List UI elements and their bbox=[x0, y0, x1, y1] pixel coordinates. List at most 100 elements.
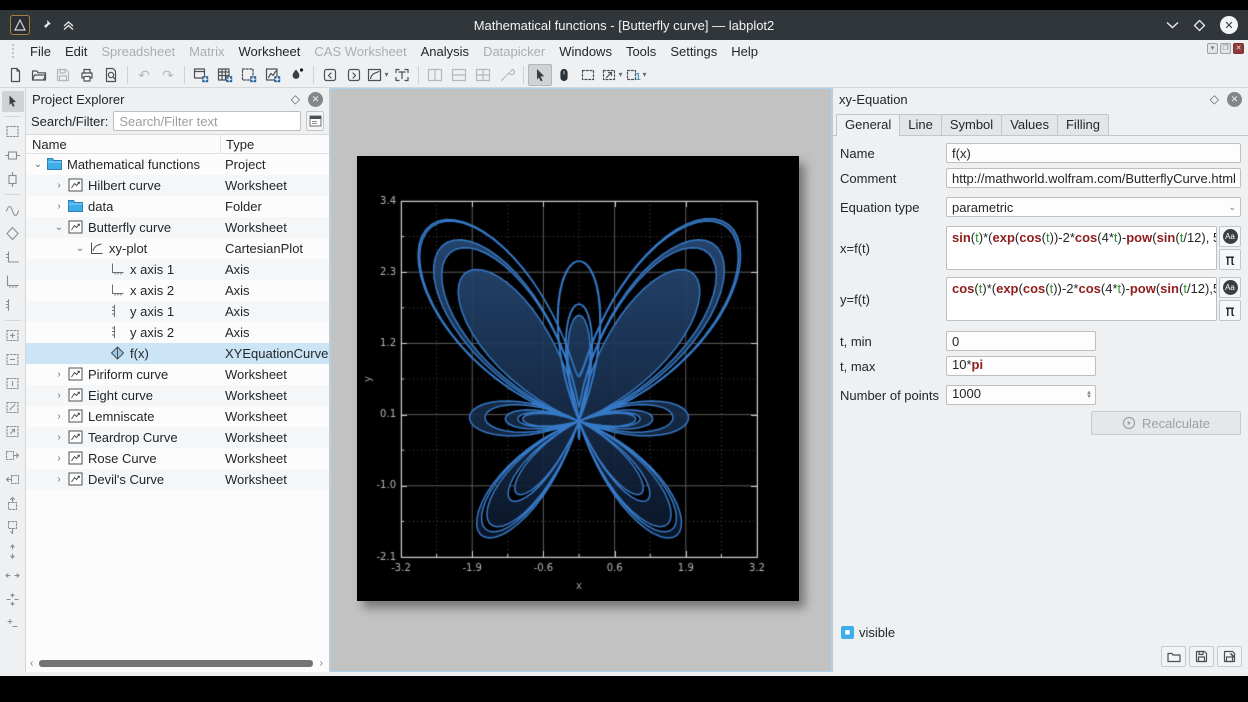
load-template-button[interactable] bbox=[1161, 646, 1186, 667]
add-axis-button[interactable] bbox=[2, 247, 24, 268]
shift-down-button[interactable] bbox=[2, 517, 24, 538]
scrollbar-thumb[interactable] bbox=[39, 660, 313, 667]
save-as-template-button[interactable] bbox=[1217, 646, 1242, 667]
mdi-restore-icon[interactable]: ❐ bbox=[1220, 43, 1231, 54]
new-plot-button[interactable]: ▾ bbox=[366, 64, 390, 86]
explorer-float-icon[interactable]: ◇ bbox=[291, 92, 300, 106]
pin-icon[interactable] bbox=[40, 19, 52, 31]
tree-row-xy-plot[interactable]: ⌄xy-plotCartesianPlot bbox=[26, 238, 329, 259]
x-equation-field[interactable]: sin(t)*(exp(cos(t))-2*cos(4*t)-pow(sin(t… bbox=[946, 226, 1217, 270]
navigate-mode-button[interactable] bbox=[552, 64, 576, 86]
search-filter-input[interactable] bbox=[113, 111, 301, 131]
properties-float-icon[interactable]: ◇ bbox=[1210, 92, 1219, 106]
explorer-close-icon[interactable]: ✕ bbox=[308, 92, 323, 107]
tab-symbol[interactable]: Symbol bbox=[941, 114, 1002, 135]
menu-settings[interactable]: Settings bbox=[663, 44, 724, 59]
new-worksheet-button[interactable] bbox=[261, 64, 285, 86]
shift-up-button[interactable] bbox=[2, 493, 24, 514]
zoom-fit-selection-button[interactable] bbox=[2, 397, 24, 418]
tree-row-lemniscate[interactable]: ›LemniscateWorksheet bbox=[26, 406, 329, 427]
tree-row-butterfly-curve[interactable]: ⌄Butterfly curveWorksheet bbox=[26, 217, 329, 238]
collapse-icon[interactable]: ⌄ bbox=[32, 154, 44, 175]
expand-icon[interactable]: › bbox=[53, 364, 65, 385]
vertical-range-button[interactable] bbox=[2, 169, 24, 190]
menu-analysis[interactable]: Analysis bbox=[414, 44, 476, 59]
add-text-button[interactable] bbox=[390, 64, 414, 86]
tab-filling[interactable]: Filling bbox=[1057, 114, 1109, 135]
tmin-field[interactable] bbox=[946, 331, 1096, 351]
zoom-x-region-button[interactable] bbox=[2, 349, 24, 370]
zoom-corner-button[interactable] bbox=[2, 421, 24, 442]
points-stepper[interactable]: 1000 ▲ ▼ bbox=[946, 385, 1096, 405]
butterfly-plot-canvas[interactable] bbox=[357, 156, 799, 601]
tab-general[interactable]: General bbox=[836, 114, 900, 136]
scroll-left-icon[interactable]: ‹ bbox=[30, 657, 33, 670]
scroll-right-icon[interactable]: › bbox=[320, 657, 323, 670]
new-workbook-button[interactable] bbox=[189, 64, 213, 86]
tree-row-data[interactable]: ›dataFolder bbox=[26, 196, 329, 217]
y-functions-button[interactable]: π bbox=[1219, 300, 1241, 321]
print-preview-button[interactable] bbox=[99, 64, 123, 86]
save-template-button[interactable] bbox=[1189, 646, 1214, 667]
maximize-icon[interactable] bbox=[1193, 19, 1206, 32]
tree-row-devil-s-curve[interactable]: ›Devil's CurveWorksheet bbox=[26, 469, 329, 490]
minimize-icon[interactable] bbox=[1166, 21, 1179, 29]
equation-type-select[interactable]: parametric ⌄ bbox=[946, 197, 1241, 217]
zoom-select-mode-button[interactable] bbox=[576, 64, 600, 86]
shift-left-button[interactable] bbox=[2, 469, 24, 490]
tree-row-piriform-curve[interactable]: ›Piriform curveWorksheet bbox=[26, 364, 329, 385]
menu-windows[interactable]: Windows bbox=[552, 44, 619, 59]
tree-row-hilbert-curve[interactable]: ›Hilbert curveWorksheet bbox=[26, 175, 329, 196]
menu-help[interactable]: Help bbox=[724, 44, 765, 59]
collapse-icon[interactable]: ⌄ bbox=[53, 217, 65, 238]
comment-field[interactable] bbox=[946, 168, 1241, 188]
menu-worksheet[interactable]: Worksheet bbox=[231, 44, 307, 59]
add-equation-curve-button[interactable] bbox=[2, 223, 24, 244]
tree-row-x-axis-1[interactable]: x axis 1Axis bbox=[26, 259, 329, 280]
menu-tools[interactable]: Tools bbox=[619, 44, 663, 59]
tab-values[interactable]: Values bbox=[1001, 114, 1058, 135]
close-icon[interactable]: ✕ bbox=[1220, 16, 1238, 34]
tree-row-rose-curve[interactable]: ›Rose CurveWorksheet bbox=[26, 448, 329, 469]
menu-file[interactable]: File bbox=[23, 44, 58, 59]
auto-scale-all-button[interactable] bbox=[2, 589, 24, 610]
name-field[interactable] bbox=[946, 143, 1241, 163]
y-equation-field[interactable]: cos(t)*(exp(cos(t))-2*cos(4*t)-pow(sin(t… bbox=[946, 277, 1217, 321]
properties-close-icon[interactable]: ✕ bbox=[1227, 92, 1242, 107]
shade-icon[interactable] bbox=[62, 19, 75, 31]
expand-icon[interactable]: › bbox=[53, 175, 65, 196]
expand-icon[interactable]: › bbox=[53, 427, 65, 448]
add-xy-curve-button[interactable] bbox=[2, 199, 24, 220]
zoom-in-out-button[interactable] bbox=[2, 613, 24, 634]
new-note-button[interactable] bbox=[342, 64, 366, 86]
collapse-icon[interactable]: ⌄ bbox=[74, 238, 86, 259]
tree-row-x-axis-2[interactable]: x axis 2Axis bbox=[26, 280, 329, 301]
expand-icon[interactable]: › bbox=[53, 448, 65, 469]
x-functions-button[interactable]: π bbox=[1219, 249, 1241, 270]
add-y-axis-button[interactable] bbox=[2, 295, 24, 316]
new-matrix-button[interactable] bbox=[237, 64, 261, 86]
x-constants-button[interactable]: Aa bbox=[1219, 226, 1241, 247]
auto-scale-y-button[interactable] bbox=[2, 541, 24, 562]
horizontal-range-button[interactable] bbox=[2, 145, 24, 166]
search-options-icon[interactable] bbox=[306, 111, 324, 131]
open-project-button[interactable] bbox=[27, 64, 51, 86]
print-button[interactable] bbox=[75, 64, 99, 86]
column-header-type[interactable]: Type bbox=[220, 135, 254, 153]
select-cursor-button[interactable] bbox=[2, 91, 24, 112]
tree-row-mathematical-functions[interactable]: ⌄Mathematical functionsProject bbox=[26, 154, 329, 175]
zoom-fit-button[interactable]: ▾ bbox=[600, 64, 624, 86]
zoom-y-region-button[interactable] bbox=[2, 373, 24, 394]
tab-line[interactable]: Line bbox=[899, 114, 942, 135]
y-constants-button[interactable]: Aa bbox=[1219, 277, 1241, 298]
spin-down-icon[interactable]: ▼ bbox=[1086, 394, 1092, 400]
column-header-name[interactable]: Name bbox=[26, 135, 67, 153]
new-spreadsheet-button[interactable] bbox=[213, 64, 237, 86]
expand-icon[interactable]: › bbox=[53, 196, 65, 217]
new-project-button[interactable] bbox=[3, 64, 27, 86]
tree-row-y-axis-2[interactable]: y axis 2Axis bbox=[26, 322, 329, 343]
tree-row-f-x[interactable]: f(x)XYEquationCurve bbox=[26, 343, 329, 364]
tree-row-eight-curve[interactable]: ›Eight curveWorksheet bbox=[26, 385, 329, 406]
new-folder-button[interactable] bbox=[318, 64, 342, 86]
tmax-field[interactable]: 10*pi bbox=[946, 356, 1096, 376]
